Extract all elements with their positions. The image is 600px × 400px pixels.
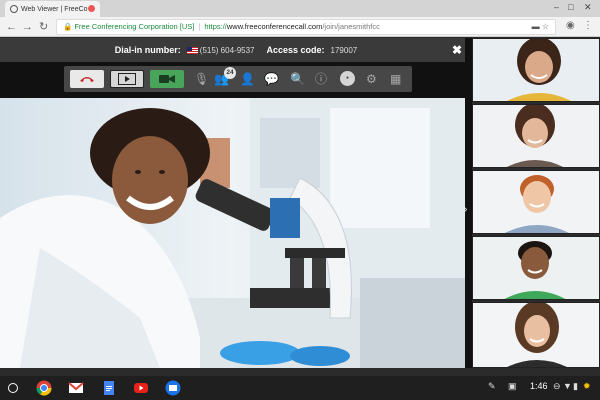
browser-tab-strip: Web Viewer | FreeCo – □ ✕ bbox=[0, 0, 600, 17]
tab-title: Web Viewer | FreeCo bbox=[21, 5, 88, 13]
back-arrow-icon[interactable]: ← bbox=[6, 20, 17, 34]
stylus-icon[interactable]: ✎ bbox=[488, 381, 496, 392]
wifi-icon[interactable]: ▼ bbox=[563, 381, 572, 391]
files-icon[interactable] bbox=[165, 380, 181, 396]
launcher-icon[interactable] bbox=[8, 383, 18, 393]
screen-share-button[interactable] bbox=[110, 70, 144, 88]
youtube-icon[interactable] bbox=[133, 380, 149, 396]
camera-button[interactable] bbox=[150, 70, 184, 88]
camera-permission-icon[interactable]: ▬ bbox=[532, 22, 540, 31]
search-icon[interactable]: 🔍 bbox=[290, 71, 305, 87]
browser-menu-icon[interactable]: ⋮ bbox=[583, 20, 593, 31]
battery-icon[interactable]: ▮ bbox=[573, 381, 578, 392]
participant-strip bbox=[472, 38, 600, 368]
window-close-icon[interactable]: ✕ bbox=[584, 2, 592, 13]
participant-video bbox=[473, 39, 599, 101]
reload-icon[interactable]: ↻ bbox=[39, 20, 48, 34]
dial-in-label: Dial-in number: bbox=[114, 45, 181, 55]
us-flag-icon bbox=[186, 46, 198, 54]
presenter-video bbox=[0, 98, 465, 368]
address-bar[interactable]: 🔒 Free Conferencing Corporation [US] | http… bbox=[56, 19, 556, 35]
url-host: www.freeconferencecall.com bbox=[226, 22, 323, 31]
url-separator: | bbox=[198, 22, 201, 31]
panel-divider bbox=[465, 38, 472, 368]
close-icon[interactable]: ✖ bbox=[452, 43, 462, 57]
control-area: 🎙 👥 24 👤 💬 🔍 ⓘ ● ⚙ ▦ bbox=[0, 62, 472, 98]
participant-tile[interactable] bbox=[472, 38, 600, 102]
participant-video bbox=[473, 303, 599, 367]
access-code-label: Access code: bbox=[266, 45, 325, 55]
omnibox-actions: ▬ ☆ bbox=[532, 20, 549, 34]
dial-in-bar: Dial-in number: (515) 604-9537 Access co… bbox=[0, 38, 472, 62]
docs-icon[interactable] bbox=[101, 380, 117, 396]
chrome-icon[interactable] bbox=[36, 380, 52, 396]
record-button[interactable]: ● bbox=[340, 71, 355, 86]
participant-count-badge: 24 bbox=[224, 67, 236, 79]
globe-icon bbox=[10, 5, 18, 13]
participant-tile[interactable] bbox=[472, 170, 600, 234]
access-code-value: 179007 bbox=[330, 45, 358, 55]
participant-video bbox=[473, 105, 599, 167]
gmail-icon[interactable] bbox=[68, 380, 84, 396]
microphone-icon[interactable]: 🎙 bbox=[194, 71, 209, 87]
do-not-disturb-icon[interactable]: ⊖ bbox=[553, 381, 561, 392]
chat-bubble-icon[interactable]: 💬 bbox=[264, 71, 279, 87]
cert-org: Free Conferencing Corporation [US] bbox=[74, 22, 195, 31]
play-icon bbox=[118, 73, 136, 85]
hang-up-button[interactable] bbox=[70, 70, 104, 88]
gear-icon[interactable]: ⚙ bbox=[366, 71, 377, 87]
participant-video bbox=[473, 171, 599, 233]
maximize-icon[interactable]: □ bbox=[568, 2, 573, 12]
lock-icon: 🔒 bbox=[63, 22, 73, 31]
extension-icon[interactable]: ◉ bbox=[566, 20, 575, 31]
os-shelf: ✎ ▣ 1:46 ⊖ ▼ ▮ ✹ bbox=[0, 376, 600, 400]
url-scheme: https:// bbox=[204, 22, 227, 31]
dial-in-number: (515) 604-9537 bbox=[186, 46, 255, 55]
phone-hangup-icon bbox=[80, 77, 94, 82]
grid-menu-icon[interactable]: ▦ bbox=[390, 71, 401, 87]
main-video-feed[interactable] bbox=[0, 98, 465, 368]
screen: { "browser": { "tab_title": "Web Viewer … bbox=[0, 0, 600, 400]
record-icon: ● bbox=[345, 75, 350, 81]
minimize-icon[interactable]: – bbox=[554, 2, 559, 12]
forward-arrow-icon[interactable]: → bbox=[22, 20, 33, 34]
bookmark-star-icon[interactable]: ☆ bbox=[542, 22, 549, 31]
user-avatar-icon[interactable]: ✹ bbox=[583, 381, 591, 392]
participant-tile[interactable] bbox=[472, 302, 600, 368]
participant-tile[interactable] bbox=[472, 104, 600, 168]
browser-tab[interactable]: Web Viewer | FreeCo bbox=[5, 1, 100, 17]
tab-close-icon[interactable] bbox=[88, 5, 95, 12]
screenshot-icon[interactable]: ▣ bbox=[508, 381, 517, 392]
url-path: /join/janesmithfcc bbox=[322, 22, 380, 31]
shelf-gap bbox=[0, 368, 600, 376]
call-toolbar: 🎙 👥 24 👤 💬 🔍 ⓘ ● ⚙ ▦ bbox=[64, 66, 412, 92]
video-camera-icon bbox=[159, 75, 175, 83]
browser-toolbar: ← → ↻ 🔒 Free Conferencing Corporation [US… bbox=[0, 17, 600, 37]
participant-tile[interactable] bbox=[472, 236, 600, 300]
chevron-right-icon[interactable]: › bbox=[464, 204, 467, 215]
add-participant-icon[interactable]: 👤 bbox=[240, 71, 255, 87]
info-icon[interactable]: ⓘ bbox=[315, 71, 327, 87]
clock-time[interactable]: 1:46 bbox=[530, 381, 548, 391]
participant-video bbox=[473, 237, 599, 299]
